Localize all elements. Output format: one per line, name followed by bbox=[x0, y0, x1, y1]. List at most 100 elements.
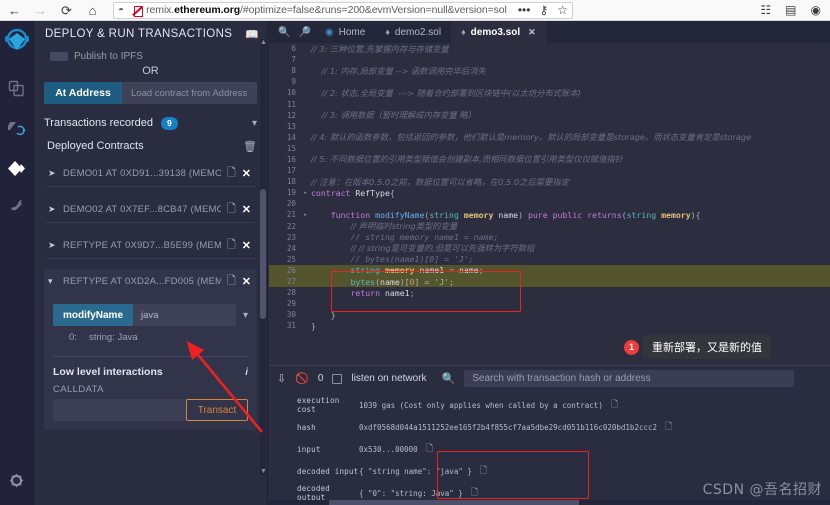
row-value: { "string name": "java" } bbox=[359, 466, 472, 476]
close-icon[interactable]: ✕ bbox=[242, 167, 251, 180]
line-number: 27 bbox=[286, 277, 296, 287]
code-line: 30 } bbox=[269, 309, 830, 320]
editor-tabbar: 🔍 🔎 ◉ Home ♦ demo2.sol ♦ demo3.sol ✕ bbox=[269, 21, 830, 43]
code-line: 16 // 5: 不同数据位置的引用类型赋值会创建副本,而相同数据位置引用类型仅仅… bbox=[269, 154, 830, 165]
listen-on-network-checkbox[interactable] bbox=[332, 373, 343, 384]
chevron-right-icon[interactable]: ➤ bbox=[48, 204, 57, 215]
copy-icon[interactable]: 🗋 bbox=[418, 441, 433, 457]
annotation-text: 重新部署，又是新的值 bbox=[643, 335, 771, 359]
function-call-row: modifyName java ▾ bbox=[53, 304, 248, 326]
address-bar[interactable]: ◓ remix.ethereum.org/#optimize=false&run… bbox=[113, 1, 573, 19]
insecure-connection-icon[interactable] bbox=[132, 5, 144, 17]
line-number: 23 bbox=[286, 232, 296, 242]
transact-button[interactable]: Transact bbox=[186, 399, 248, 421]
sidebar-toggle-icon[interactable]: ▤ bbox=[785, 4, 796, 16]
scrollbar-thumb[interactable] bbox=[329, 500, 579, 505]
close-icon[interactable]: ✕ bbox=[242, 203, 251, 216]
chevrons-icon[interactable]: ⇩ bbox=[277, 372, 286, 385]
close-icon[interactable]: ✕ bbox=[242, 275, 251, 288]
code-text: // 5: 不同数据位置的引用类型赋值会创建副本,而相同数据位置引用类型仅仅赋值… bbox=[311, 154, 623, 165]
code-line: 18 // 注意：在版本0.5.0之前，数据位置可以省略，在0.5.0之后需要指定 bbox=[269, 176, 830, 187]
contract-header[interactable]: ➤ DEMO01 AT 0XD91...39138 (MEMOR 🗋 ✕ bbox=[44, 161, 257, 186]
divider bbox=[53, 356, 248, 357]
back-arrow-icon[interactable]: ← bbox=[6, 2, 23, 19]
url-text: remix.ethereum.org/#optimize=false&runs=… bbox=[146, 4, 507, 16]
publish-to-ipfs-row[interactable]: Publish to IPFS bbox=[44, 47, 257, 61]
deploy-run-transactions-icon[interactable] bbox=[2, 151, 32, 185]
transactions-recorded-row[interactable]: Transactions recorded 9 ▾ bbox=[44, 111, 257, 135]
or-separator: OR bbox=[142, 65, 159, 77]
scroll-up-arrow-icon[interactable]: ▲ bbox=[260, 39, 267, 46]
publish-to-ipfs-checkbox[interactable] bbox=[50, 52, 68, 61]
chevron-down-icon[interactable]: ▾ bbox=[236, 310, 248, 321]
code-text: } bbox=[311, 320, 316, 331]
chevron-down-icon[interactable]: ▾ bbox=[48, 276, 57, 287]
library-icon[interactable]: ☷ bbox=[760, 4, 771, 16]
file-explorers-icon[interactable] bbox=[2, 71, 32, 105]
contract-name: REFTYPE AT 0X9D7...B5E99 (MEMOR bbox=[63, 240, 221, 251]
function-argument-input[interactable]: java bbox=[133, 304, 236, 326]
panel-scrollbar[interactable]: ▲ ▼ bbox=[260, 39, 267, 475]
pocket-shield-icon[interactable]: ⚷ bbox=[539, 4, 548, 16]
gear-icon[interactable] bbox=[2, 463, 32, 497]
contract-header[interactable]: ➤ DEMO02 AT 0X7EF...8CB47 (MEMOR 🗋 ✕ bbox=[44, 197, 257, 222]
chevron-down-icon[interactable]: ▾ bbox=[252, 118, 257, 129]
tab-label: Home bbox=[338, 26, 366, 38]
zoom-in-icon[interactable]: 🔎 bbox=[294, 27, 314, 38]
contract-header[interactable]: ▾ REFTYPE AT 0XD2A...FD005 (MEMO 🗋 ✕ bbox=[44, 269, 257, 294]
at-address-button[interactable]: At Address bbox=[44, 82, 122, 104]
tab-demo2-sol[interactable]: ♦ demo2.sol bbox=[375, 21, 451, 43]
shield-icon[interactable]: ◓ bbox=[118, 5, 128, 16]
chevron-right-icon[interactable]: ➤ bbox=[48, 240, 57, 251]
load-contract-address-input[interactable]: Load contract from Address bbox=[122, 82, 257, 104]
close-icon[interactable]: ✕ bbox=[242, 239, 251, 252]
chevron-right-icon[interactable]: ➤ bbox=[48, 168, 57, 179]
code-line: 23 // string memory name1 = name; bbox=[269, 232, 830, 243]
account-avatar-icon[interactable]: ◉ bbox=[811, 4, 821, 16]
reload-icon[interactable]: ⟳ bbox=[58, 2, 75, 19]
book-icon[interactable]: 📖 bbox=[245, 28, 259, 41]
editor-horizontal-scrollbar[interactable] bbox=[269, 500, 830, 505]
copy-icon[interactable]: 🗋 bbox=[472, 463, 487, 479]
code-line: 19 ▾ contract RefType{ bbox=[269, 187, 830, 198]
deployed-contract-item-expanded: ▾ REFTYPE AT 0XD2A...FD005 (MEMO 🗋 ✕ mod… bbox=[44, 269, 257, 430]
copy-icon[interactable]: 🗋 bbox=[227, 164, 236, 183]
scroll-down-arrow-icon[interactable]: ▼ bbox=[260, 468, 267, 475]
code-text: // 声明临时string类型的变量 bbox=[350, 221, 458, 232]
copy-icon[interactable]: 🗋 bbox=[603, 397, 618, 413]
star-bookmark-icon[interactable]: ☆ bbox=[557, 4, 568, 16]
tab-demo3-sol[interactable]: ♦ demo3.sol ✕ bbox=[451, 21, 546, 43]
clear-console-icon[interactable]: 🚫 bbox=[295, 372, 309, 385]
copy-icon[interactable]: 🗋 bbox=[227, 272, 236, 291]
close-tab-icon[interactable]: ✕ bbox=[528, 27, 536, 38]
zoom-out-icon[interactable]: 🔍 bbox=[274, 27, 294, 38]
plugin-manager-icon[interactable] bbox=[2, 191, 32, 225]
code-line: 12 // 3: 调用数据（暂时理解成内存变量 略） bbox=[269, 110, 830, 121]
code-editor[interactable]: 6 // 3: 三种位置,先掌握内存与存储变量 7 8 // 1: 内存,局部变量 -… bbox=[269, 43, 830, 365]
pending-count: 0 bbox=[317, 373, 324, 384]
copy-icon[interactable]: 🗋 bbox=[463, 485, 478, 501]
forward-arrow-icon[interactable]: → bbox=[32, 2, 49, 19]
copy-icon[interactable]: 🗋 bbox=[227, 236, 236, 255]
code-text: // 4: 默认的函数参数，包括返回的参数，他们默认是memory。默认的局部变… bbox=[311, 132, 752, 143]
tab-home[interactable]: ◉ Home bbox=[315, 21, 375, 43]
home-icon[interactable]: ⌂ bbox=[84, 2, 101, 19]
calldata-input[interactable] bbox=[53, 399, 186, 421]
info-icon[interactable]: i bbox=[245, 367, 248, 378]
page-actions-icon[interactable]: ••• bbox=[518, 4, 531, 16]
trash-icon[interactable]: 🗑 bbox=[243, 140, 257, 153]
code-text: // 1: 内存,局部变量 --> 函数调用完毕后消失 bbox=[311, 65, 486, 76]
remix-logo-icon[interactable] bbox=[2, 27, 32, 57]
modify-name-button[interactable]: modifyName bbox=[53, 304, 134, 326]
scrollbar-thumb[interactable] bbox=[260, 189, 266, 319]
code-line: 11 bbox=[269, 98, 830, 109]
terminal-row: execution cost 1039 gas (Cost only appli… bbox=[269, 394, 830, 416]
url-suffix: /#optimize=false&runs=200&evmVersion=nul… bbox=[240, 4, 507, 16]
copy-icon[interactable]: 🗋 bbox=[657, 419, 672, 435]
copy-icon[interactable]: 🗋 bbox=[227, 200, 236, 219]
solidity-compiler-icon[interactable] bbox=[2, 111, 32, 145]
line-number: 19 bbox=[286, 188, 296, 198]
contract-header[interactable]: ➤ REFTYPE AT 0X9D7...B5E99 (MEMOR 🗋 ✕ bbox=[44, 233, 257, 258]
search-input[interactable]: Search with transaction hash or address bbox=[464, 370, 795, 387]
line-number: 28 bbox=[286, 288, 296, 298]
